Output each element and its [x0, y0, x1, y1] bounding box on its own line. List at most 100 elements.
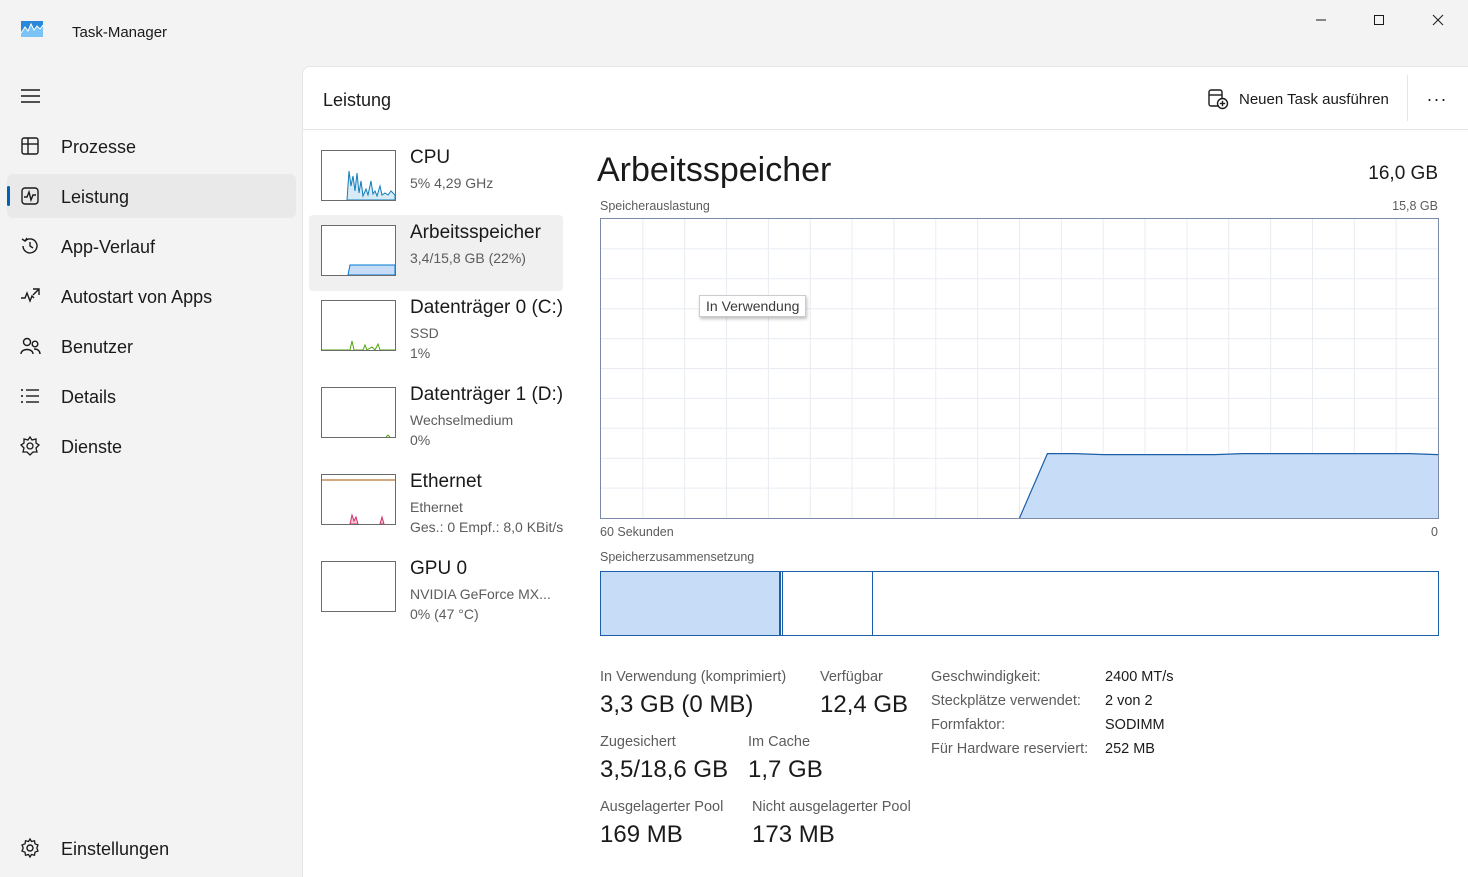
usage-area [1019, 453, 1438, 518]
cpu-mini-graph [346, 170, 395, 200]
sidebar-item-label: App-Verlauf [61, 237, 156, 257]
resource-item-cpu[interactable]: CPU 5% 4,29 GHz [309, 140, 563, 216]
resource-name: CPU [410, 147, 451, 168]
title-bar: Task-Manager [0, 0, 1468, 64]
sidebar-item-details[interactable]: Details [7, 374, 296, 418]
memory-mini-graph [347, 264, 395, 275]
memory-usage-graph [600, 218, 1439, 519]
spec-reserved-label: Für Hardware reserviert: [931, 741, 1089, 757]
gear-icon [21, 837, 39, 859]
resource-name: GPU 0 [410, 558, 468, 579]
services-icon [19, 435, 41, 456]
processes-icon [21, 137, 39, 155]
available-label: Verfügbar [820, 669, 883, 685]
sidebar-item-startup-apps[interactable]: Autostart von Apps [7, 274, 296, 318]
resource-usage: 0% (47 °C) [410, 606, 479, 622]
main-panel: Leistung Neuen Task ausführen ··· CPU 5%… [302, 66, 1468, 877]
close-button[interactable] [1409, 0, 1467, 40]
sidebar-item-label: Benutzer [61, 337, 134, 357]
app-title: Task-Manager [72, 24, 168, 41]
ethernet-thumbnail [321, 474, 396, 525]
resource-item-ethernet[interactable]: Ethernet Ethernet Ges.: 0 Empf.: 8,0 KBi… [309, 464, 563, 540]
sidebar-item-label: Prozesse [61, 137, 137, 157]
memory-thumbnail [321, 225, 396, 276]
graph-tooltip: In Verwendung [699, 295, 807, 317]
memory-composition-bar [600, 571, 1439, 636]
spec-speed-value: 2400 MT/s [1105, 669, 1174, 685]
maximize-button[interactable] [1350, 0, 1408, 40]
resource-name: Datenträger 1 (D:) [410, 384, 564, 405]
resource-usage: 1% [410, 345, 431, 361]
nonpaged-pool-value: 173 MB [752, 821, 835, 848]
in-use-value: 3,3 GB (0 MB) [600, 691, 754, 718]
usage-graph-max: 15,8 GB [1392, 199, 1438, 213]
spec-reserved-value: 252 MB [1105, 741, 1155, 757]
resource-subtitle: 5% 4,29 GHz [410, 175, 494, 191]
history-icon [21, 237, 38, 254]
details-icon [21, 389, 39, 403]
composition-in-use[interactable] [601, 572, 781, 635]
active-indicator [7, 186, 10, 206]
disk-1-mini-graph [385, 434, 391, 437]
main-header: Leistung Neuen Task ausführen ··· [303, 67, 1468, 130]
resource-subtitle: 3,4/15,8 GB (22%) [410, 250, 526, 266]
sidebar-item-settings[interactable]: Einstellungen [7, 826, 296, 870]
committed-label: Zugesichert [600, 734, 676, 750]
sidebar-item-users[interactable]: Benutzer [7, 324, 296, 368]
task-manager-icon [21, 21, 43, 37]
page-title: Leistung [323, 90, 392, 110]
hamburger-icon[interactable] [20, 86, 42, 106]
memory-usage-chart [601, 219, 1439, 519]
disk-0-thumbnail [321, 300, 396, 351]
resource-throughput: Ges.: 0 Empf.: 8,0 KBit/s [410, 519, 564, 535]
resource-item-disk-0[interactable]: Datenträger 0 (C:) SSD 1% [309, 290, 563, 366]
spec-slots-label: Steckplätze verwendet: [931, 693, 1081, 709]
cached-label: Im Cache [748, 734, 811, 750]
spec-form-factor-label: Formfaktor: [931, 717, 1006, 733]
minimize-button[interactable] [1292, 0, 1350, 40]
resource-item-disk-1[interactable]: Datenträger 1 (D:) Wechselmedium 0% [309, 377, 563, 453]
resource-item-gpu[interactable]: GPU 0 NVIDIA GeForce MX... 0% (47 °C) [309, 551, 563, 627]
sidebar-item-performance[interactable]: Leistung [7, 174, 296, 218]
users-icon [20, 337, 41, 355]
sidebar-item-label: Autostart von Apps [61, 287, 213, 307]
header-divider [1407, 75, 1408, 121]
resource-name: Ethernet [410, 471, 482, 492]
run-new-task-label: Neuen Task ausführen [1239, 90, 1389, 108]
time-axis-right: 0 [1431, 525, 1438, 539]
performance-icon [21, 187, 39, 205]
sidebar-item-app-history[interactable]: App-Verlauf [7, 224, 296, 268]
resource-subtitle: NVIDIA GeForce MX... [410, 586, 551, 602]
maximize-icon [1374, 15, 1384, 25]
resource-name: Datenträger 0 (C:) [410, 297, 564, 318]
resource-name: Arbeitsspeicher [410, 222, 541, 243]
disk-1-thumbnail [321, 387, 396, 438]
committed-value: 3,5/18,6 GB [600, 756, 729, 783]
spec-form-factor-value: SODIMM [1105, 717, 1165, 733]
close-icon [1432, 14, 1444, 26]
in-use-label: In Verwendung (komprimiert) [600, 669, 787, 685]
resource-subtitle: SSD [410, 325, 439, 341]
run-new-task-button[interactable]: Neuen Task ausführen [1207, 85, 1389, 113]
sidebar-item-processes[interactable]: Prozesse [7, 124, 296, 168]
cached-value: 1,7 GB [748, 756, 823, 783]
composition-label: Speicherzusammensetzung [600, 550, 755, 564]
new-task-icon [1208, 89, 1229, 110]
available-value: 12,4 GB [820, 691, 909, 718]
paged-pool-value: 169 MB [600, 821, 683, 848]
time-axis-left: 60 Sekunden [600, 525, 674, 539]
composition-standby[interactable] [783, 572, 873, 635]
sidebar-item-services[interactable]: Dienste [7, 424, 296, 468]
sidebar-item-label: Dienste [61, 437, 123, 457]
resource-item-memory[interactable]: Arbeitsspeicher 3,4/15,8 GB (22%) [309, 215, 563, 291]
nonpaged-pool-label: Nicht ausgelagerter Pool [752, 799, 911, 815]
gpu-thumbnail [321, 561, 396, 612]
resource-usage: 0% [410, 432, 431, 448]
paged-pool-label: Ausgelagerter Pool [600, 799, 724, 815]
more-options-button[interactable]: ··· [1423, 85, 1451, 113]
startup-icon [21, 288, 40, 303]
sidebar-item-label: Details [61, 387, 117, 407]
resource-subtitle: Wechselmedium [410, 412, 514, 428]
memory-total: 16,0 GB [1368, 163, 1438, 184]
ethernet-mini-graph [322, 479, 395, 524]
